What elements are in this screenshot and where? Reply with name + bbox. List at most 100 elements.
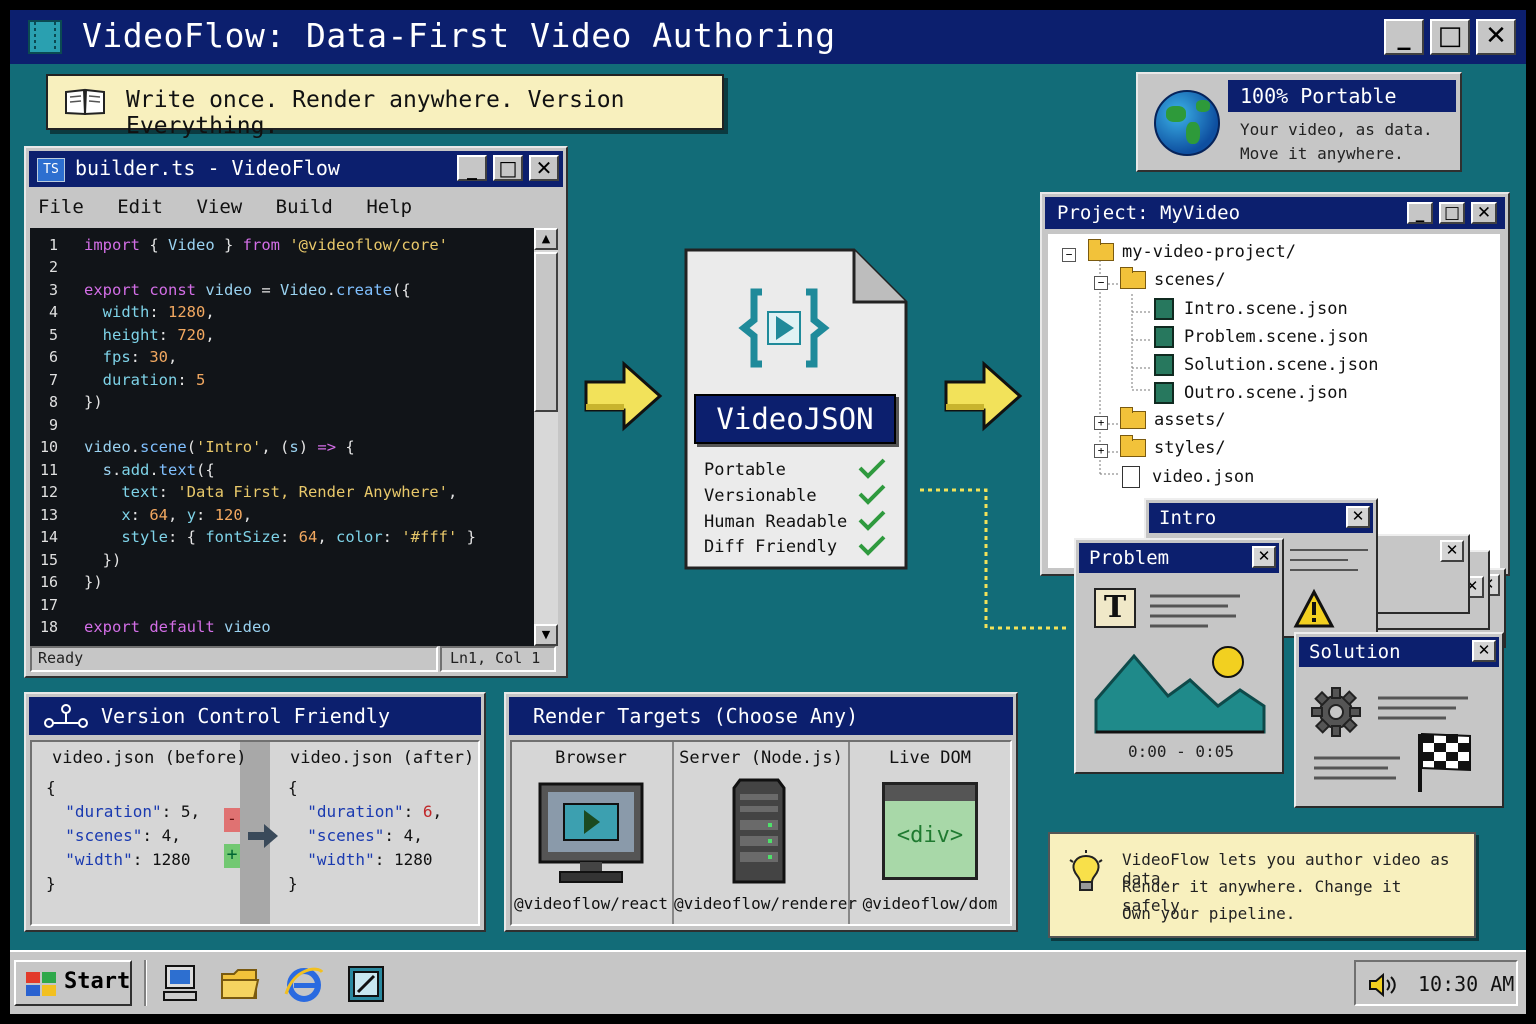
windows-logo-icon	[26, 972, 56, 996]
tree-file[interactable]: Intro.scene.json	[1154, 298, 1348, 320]
code-line: height: 720,	[102, 326, 215, 344]
browser-window-icon[interactable]: <div>	[882, 782, 978, 880]
text-lines	[1150, 594, 1240, 628]
monitor-icon[interactable]	[536, 780, 646, 886]
line-number: 11	[39, 461, 58, 479]
system-tray: 10:30 AM	[1354, 960, 1518, 1006]
scene-card-solution[interactable]: Solution ✕	[1294, 632, 1504, 808]
portable-line-1: Your video, as data.	[1240, 120, 1433, 139]
code-line: export default video	[84, 618, 271, 636]
server-icon[interactable]	[726, 778, 792, 888]
minimize-button[interactable]: _	[1384, 19, 1424, 55]
line-number: 13	[39, 506, 58, 524]
line-number: 7	[48, 371, 58, 389]
tree-root[interactable]: my-video-project/	[1088, 239, 1296, 262]
editor-minimize-button[interactable]: _	[457, 155, 487, 181]
right-arrow-icon	[944, 360, 1023, 432]
render-targets-title-bar: Render Targets (Choose Any)	[509, 697, 1013, 735]
typescript-file-icon: TS	[37, 158, 65, 182]
problem-time-range: 0:00 - 0:05	[1128, 742, 1234, 761]
film-file-icon	[1154, 354, 1174, 376]
tree-file[interactable]: Solution.scene.json	[1154, 354, 1378, 376]
menu-file[interactable]: File	[38, 196, 84, 218]
line-number: 1	[48, 236, 58, 254]
menu-view[interactable]: View	[196, 196, 242, 218]
speaker-icon[interactable]	[1368, 972, 1400, 998]
line-number: 15	[39, 551, 58, 569]
editor-maximize-button[interactable]: □	[493, 155, 523, 181]
tree-folder-assets[interactable]: assets/	[1120, 407, 1226, 430]
portable-title: 100% Portable	[1228, 80, 1456, 112]
feature-versionable: Versionable	[704, 486, 817, 506]
code-area[interactable]: 1 2 3 4 5 6 7 8 9 10 11 12 13 14 15 16 1…	[30, 228, 558, 646]
after-label: video.json (after)	[290, 748, 475, 768]
line-number: 5	[48, 326, 58, 344]
close-button[interactable]: ✕	[1476, 19, 1516, 55]
line-number: 18	[39, 618, 58, 636]
line-number: 2	[48, 258, 58, 276]
folder-icon[interactable]	[220, 964, 260, 1004]
code-line: duration: 5	[102, 371, 206, 389]
folder-icon	[1120, 435, 1146, 457]
solution-close-icon[interactable]: ✕	[1472, 640, 1496, 662]
problem-card-title: Problem	[1079, 543, 1279, 573]
vertical-scrollbar[interactable]: ▲ ▼	[534, 228, 558, 646]
status-ready: Ready	[38, 649, 84, 667]
project-maximize-button[interactable]: □	[1439, 202, 1465, 224]
menu-build[interactable]: Build	[276, 196, 333, 218]
document-icon	[1122, 466, 1140, 488]
line-number: 12	[39, 483, 58, 501]
project-minimize-button[interactable]: _	[1407, 202, 1433, 224]
scroll-down-arrow-icon[interactable]: ▼	[534, 624, 558, 646]
project-close-button[interactable]: ✕	[1471, 202, 1497, 224]
desktop: VideoFlow: Data-First Video Authoring _ …	[10, 10, 1526, 1014]
tagline-banner: Write once. Render anywhere. Version Eve…	[46, 74, 724, 139]
tree-folder-styles[interactable]: styles/	[1120, 435, 1226, 458]
my-computer-icon[interactable]	[160, 964, 200, 1004]
close-icon[interactable]: ✕	[1440, 540, 1464, 562]
video-app-icon[interactable]	[346, 964, 386, 1004]
clock: 10:30 AM	[1418, 972, 1515, 996]
feature-diff-friendly: Diff Friendly	[704, 537, 838, 557]
videojson-title: VideoJSON	[694, 394, 896, 444]
tree-file[interactable]: Problem.scene.json	[1154, 326, 1368, 348]
tree-file[interactable]: Outro.scene.json	[1154, 382, 1348, 404]
line-number: 9	[48, 416, 58, 434]
code-line: export const video = Video.create({	[84, 281, 411, 299]
intro-close-icon[interactable]: ✕	[1346, 506, 1370, 528]
div-tag-text: <div>	[896, 823, 964, 848]
editor-close-button[interactable]: ✕	[529, 155, 559, 181]
tree-file-video-json[interactable]: video.json	[1122, 466, 1254, 488]
collapse-icon[interactable]: −	[1062, 248, 1076, 262]
package-dom: @videoflow/dom	[862, 894, 998, 913]
solution-card-title: Solution	[1299, 637, 1499, 667]
text-tool-icon: T	[1094, 588, 1136, 628]
git-branch-icon	[44, 704, 88, 728]
menu-help[interactable]: Help	[366, 196, 412, 218]
code-editor-window[interactable]: TS builder.ts - VideoFlow _ □ ✕ File Edi…	[24, 146, 568, 678]
collapse-icon[interactable]: −	[1094, 276, 1108, 290]
globe-icon	[1154, 90, 1220, 156]
menu-edit[interactable]: Edit	[117, 196, 163, 218]
maximize-button[interactable]: □	[1430, 19, 1470, 55]
expand-icon[interactable]: +	[1094, 416, 1108, 430]
intro-card-title: Intro	[1149, 503, 1373, 533]
scroll-thumb[interactable]	[534, 252, 558, 412]
taskbar: Start 10:30 AM	[10, 950, 1526, 1014]
feature-human-readable: Human Readable	[704, 512, 848, 532]
right-arrow-icon	[584, 360, 663, 432]
start-label: Start	[64, 969, 131, 994]
code-line: video.scene('Intro', (s) => {	[84, 438, 355, 456]
browser-icon[interactable]	[284, 964, 324, 1004]
problem-close-icon[interactable]: ✕	[1252, 546, 1276, 568]
code-line: fps: 30,	[102, 348, 178, 366]
start-button[interactable]: Start	[14, 960, 132, 1006]
json-play-icon	[738, 288, 830, 368]
scroll-up-arrow-icon[interactable]: ▲	[534, 228, 558, 250]
tree-folder-scenes[interactable]: scenes/	[1120, 267, 1226, 290]
code-line: })	[84, 573, 103, 591]
scene-card-problem[interactable]: Problem ✕ T 0:00 - 0:05	[1074, 538, 1284, 774]
package-renderer: @videoflow/renderer	[674, 894, 858, 913]
text-lines	[1378, 696, 1468, 720]
expand-icon[interactable]: +	[1094, 444, 1108, 458]
